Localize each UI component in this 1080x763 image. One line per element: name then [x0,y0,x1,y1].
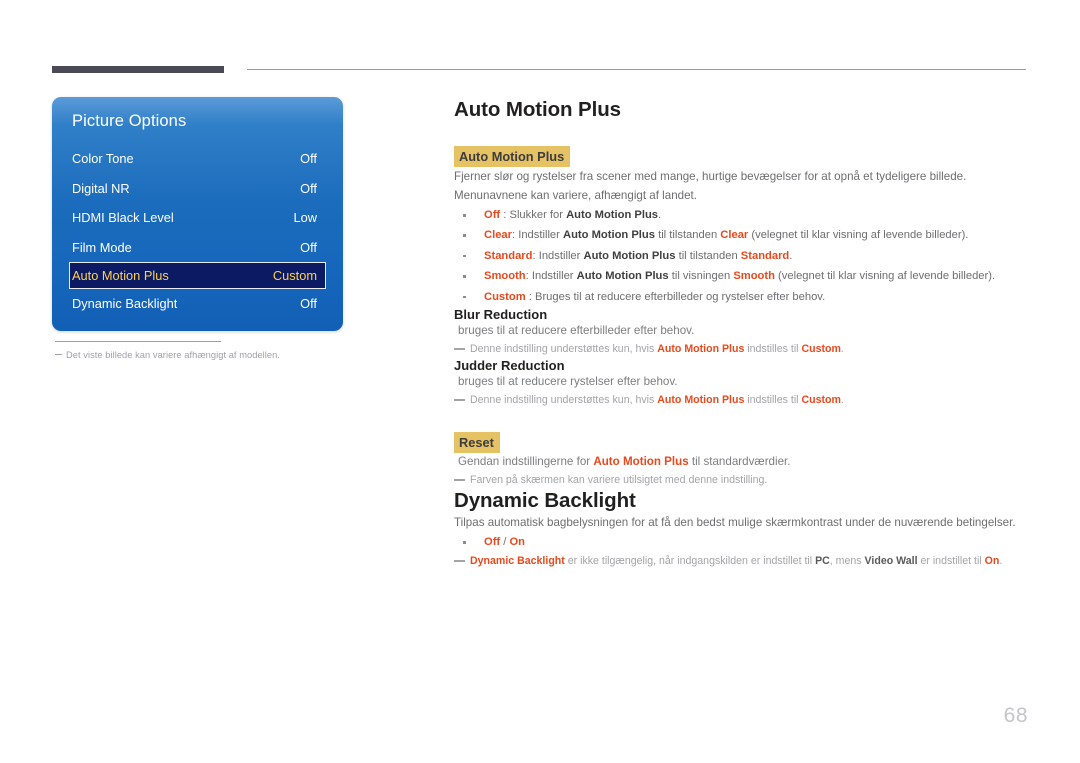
list-item: Custom : Bruges til at reducere efterbil… [454,287,1029,307]
subheading-judder-reduction: Judder Reduction [454,358,565,374]
bullet-text: (velegnet til klar visning af levende bi… [774,270,996,283]
judder-reduction-note: Denne indstilling understøttes kun, hvis… [454,391,1029,409]
osd-picture-options-panel: Picture Options Color Tone Off Digital NR O… [52,97,343,331]
subheading-blur-reduction: Blur Reduction [454,307,548,323]
osd-item-label: Color Tone [72,151,134,167]
bullet-term: Standard [740,249,790,262]
bullet-text: Indstiller [518,229,563,242]
bullet-term: Smooth [484,270,526,283]
bullet-term: Clear [484,229,512,242]
osd-item-label: Digital NR [72,180,130,196]
list-item: Standard: Indstiller Auto Motion Plus ti… [454,246,1029,266]
bullet-text: . [658,209,662,221]
bullet-text: Bruges til at reducere efterbilleder og … [534,290,826,303]
header-rule-thin [247,69,1026,70]
bullet-text: (velegnet til klar visning af levende bi… [748,229,969,242]
note-dash-icon [55,353,62,355]
bullet-text: til tilstanden [675,249,741,262]
osd-menu-item-dynamic-backlight[interactable]: Dynamic Backlight Off [71,289,324,319]
osd-item-value: Off [300,151,317,167]
subheading-auto-motion-plus-wrap: Auto Motion Plus [454,146,1029,167]
osd-item-label: Dynamic Backlight [72,296,178,312]
osd-menu-item-auto-motion-plus[interactable]: Auto Motion Plus Custom [69,262,326,289]
osd-item-value: Off [300,296,317,312]
osd-figure-note: Det viste billede kan variere afhængigt … [55,341,355,360]
osd-note-text: Det viste billede kan variere afhængigt … [55,350,355,360]
osd-item-label: Auto Motion Plus [72,268,169,283]
osd-item-value: Low [293,210,317,226]
list-item: Off / On [454,532,1029,552]
dynamic-backlight-note: Dynamic Backlight er ikke tilgængelig, n… [454,552,1029,570]
osd-menu-item-film-mode[interactable]: Film Mode Off [71,233,324,263]
bullet-term: Off [484,209,501,221]
bullet-emphasis: Auto Motion Plus [583,249,676,262]
bullet-text: Slukker for [509,209,567,221]
intro-paragraph-line1: Fjerner slør og rystelser fra scener med… [454,170,967,183]
osd-item-value: Off [300,239,317,255]
bullet-text: til visningen [668,270,734,283]
dynamic-backlight-options-list: Off / On [454,532,1029,552]
subheading-reset-wrap: Reset [454,432,1029,454]
header-rule-thick [52,66,224,73]
bullet-term: Clear [720,229,749,242]
osd-note-rule [55,341,221,342]
osd-menu-item-color-tone[interactable]: Color Tone Off [71,144,324,174]
section-heading-auto-motion-plus: Auto Motion Plus [454,98,621,121]
reset-note: Farven på skærmen kan variere utilsigtet… [454,471,1029,489]
osd-item-value: Custom [272,268,317,283]
auto-motion-plus-options-list: Off : Slukker for Auto Motion Plus. Clear… [454,205,1029,307]
intro-paragraph-line2: Menunavnene kan variere, afhængigt af la… [454,189,697,202]
blur-reduction-description: bruges til at reducere efterbilleder eft… [458,324,695,338]
bullet-text: til tilstanden [654,229,721,242]
blur-reduction-note: Denne indstilling understøttes kun, hvis… [454,340,1029,358]
osd-menu-item-hdmi-black-level[interactable]: HDMI Black Level Low [71,203,324,233]
bullet-term: Standard [484,249,533,262]
judder-reduction-description: bruges til at reducere rystelser efter b… [458,375,678,389]
osd-item-label: Film Mode [72,239,132,255]
bullet-emphasis: Auto Motion Plus [563,229,655,242]
reset-description: Gendan indstillingerne for Auto Motion P… [458,455,791,469]
bullet-emphasis: Auto Motion Plus [576,270,669,283]
bullet-text: : [525,290,535,303]
article-content: Auto Motion Plus Auto Motion Plus Fjerne… [454,98,1029,570]
list-item: Clear: Indstiller Auto Motion Plus til t… [454,225,1029,245]
dynamic-backlight-intro: Tilpas automatisk bagbelysningen for at … [454,516,1016,530]
subheading-highlight-reset: Reset [454,432,500,454]
osd-menu-list: Color Tone Off Digital NR Off HDMI Black Lev… [52,144,343,319]
osd-item-label: HDMI Black Level [72,210,174,226]
osd-menu-item-digital-nr[interactable]: Digital NR Off [71,174,324,204]
page-number: 68 [1003,704,1028,727]
bullet-text: Indstiller [531,270,577,283]
list-item: Smooth: Indstiller Auto Motion Plus til … [454,266,1029,286]
bullet-term: Smooth [733,270,775,283]
section-heading-dynamic-backlight: Dynamic Backlight [454,489,636,513]
page-header-rule [52,66,1026,74]
osd-panel-title: Picture Options [72,112,187,130]
bullet-text: . [789,249,793,262]
bullet-emphasis: Auto Motion Plus [566,209,659,221]
bullet-text: Indstiller [538,249,584,262]
list-item: Off : Slukker for Auto Motion Plus. [454,205,1029,225]
bullet-term: Custom [484,290,526,303]
subheading-highlight-auto-motion-plus: Auto Motion Plus [454,146,571,167]
osd-item-value: Off [300,180,317,196]
